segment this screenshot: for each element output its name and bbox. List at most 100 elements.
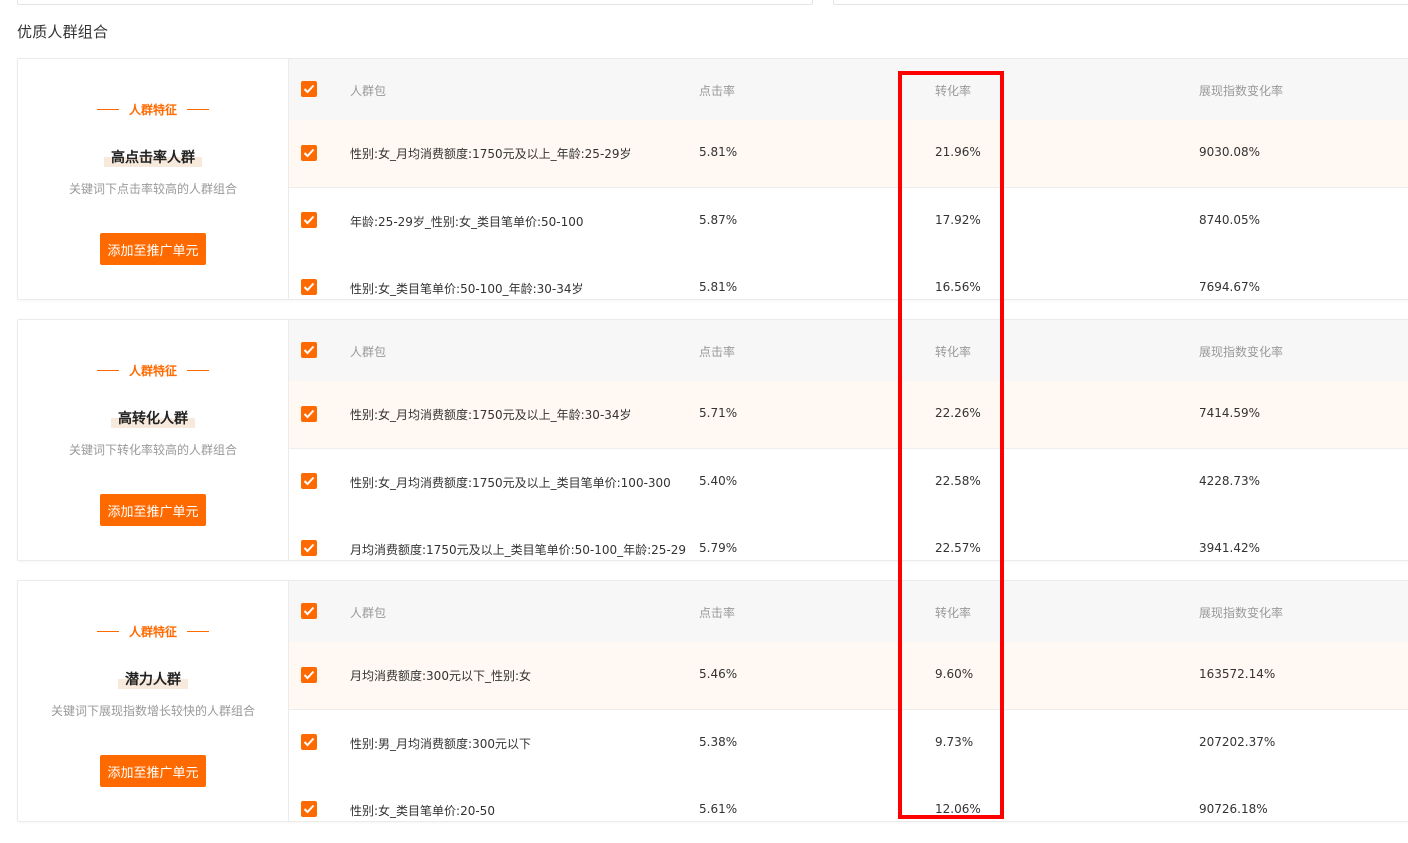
table-row[interactable]: 性别:男_月均消费额度:300元以下 5.38% 9.73% 207202.37… [289, 710, 1408, 778]
select-all-checkbox[interactable] [301, 342, 317, 358]
cell-cvr: 12.06% [935, 802, 981, 816]
cell-exposure-change: 90726.18% [1199, 802, 1268, 816]
col-header-ctr: 点击率 [699, 84, 736, 98]
group-description: 关键词下点击率较高的人群组合 [68, 182, 237, 196]
table-row[interactable]: 性别:女_类目笔单价:20-50 5.61% 12.06% 90726.18% [289, 777, 1408, 821]
row-checkbox[interactable] [301, 212, 317, 228]
divider-line [96, 631, 119, 632]
cell-cvr: 22.57% [935, 541, 981, 555]
crowd-group-high-cvr: 人群特征 高转化人群 关键词下转化率较高的人群组合 添加至推广单元 人群包 点击… [17, 319, 1408, 561]
table-row[interactable]: 性别:女_月均消费额度:1750元及以上_年龄:30-34岁 5.71% 22.… [289, 381, 1408, 449]
feature-label-text: 人群特征 [128, 625, 177, 639]
row-checkbox[interactable] [301, 473, 317, 489]
row-checkbox[interactable] [301, 801, 317, 817]
cell-exposure-change: 8740.05% [1199, 213, 1261, 227]
cell-name: 性别:女_类目笔单价:20-50 [350, 804, 495, 818]
checkmark-icon [303, 476, 315, 486]
col-header-cvr: 转化率 [935, 606, 972, 620]
group-description: 关键词下转化率较高的人群组合 [68, 443, 237, 457]
cell-cvr: 17.92% [935, 213, 981, 227]
checkmark-icon [303, 737, 315, 747]
cell-name: 性别:女_月均消费额度:1750元及以上_类目笔单价:100-300 [350, 476, 671, 490]
checkmark-icon [303, 409, 315, 419]
cell-name: 年龄:25-29岁_性别:女_类目笔单价:50-100 [350, 215, 584, 229]
cell-cvr: 16.56% [935, 280, 981, 294]
cell-name: 性别:女_类目笔单价:50-100_年龄:30-34岁 [350, 282, 584, 296]
cell-ctr: 5.87% [699, 213, 738, 227]
cell-ctr: 5.46% [699, 667, 738, 681]
select-all-checkbox[interactable] [301, 81, 317, 97]
checkmark-icon [303, 282, 315, 292]
cell-ctr: 5.81% [699, 145, 738, 159]
col-header-name: 人群包 [350, 606, 387, 620]
checkmark-icon [303, 345, 315, 355]
feature-label: 人群特征 [18, 362, 288, 379]
col-header-exposure-change: 展现指数变化率 [1199, 84, 1284, 98]
checkmark-icon [303, 543, 315, 553]
cell-ctr: 5.38% [699, 735, 738, 749]
select-all-checkbox[interactable] [301, 603, 317, 619]
cell-cvr: 9.60% [935, 667, 974, 681]
crowd-table: 人群包 点击率 转化率 展现指数变化率 性别:女_月均消费额度:1750元及以上… [289, 320, 1408, 560]
checkmark-icon [303, 148, 315, 158]
cell-name: 月均消费额度:300元以下_性别:女 [350, 669, 531, 683]
cell-ctr: 5.40% [699, 474, 738, 488]
top-strip [0, 0, 1408, 6]
table-row[interactable]: 性别:女_类目笔单价:50-100_年龄:30-34岁 5.81% 16.56%… [289, 255, 1408, 299]
cell-ctr: 5.71% [699, 406, 738, 420]
col-header-exposure-change: 展现指数变化率 [1199, 606, 1284, 620]
divider-line [187, 109, 209, 110]
divider-line [96, 370, 119, 371]
cell-ctr: 5.61% [699, 802, 738, 816]
feature-label: 人群特征 [18, 101, 288, 118]
group-card: 人群特征 潜力人群 关键词下展现指数增长较快的人群组合 添加至推广单元 [18, 581, 289, 821]
table-row[interactable]: 性别:女_月均消费额度:1750元及以上_年龄:25-29岁 5.81% 21.… [289, 120, 1408, 188]
row-checkbox[interactable] [301, 734, 317, 750]
cell-ctr: 5.81% [699, 280, 738, 294]
divider-line [187, 370, 209, 371]
crowd-table: 人群包 点击率 转化率 展现指数变化率 月均消费额度:300元以下_性别:女 5… [289, 581, 1408, 821]
col-header-ctr: 点击率 [699, 606, 736, 620]
top-input-left[interactable] [17, 0, 813, 5]
row-checkbox[interactable] [301, 667, 317, 683]
cell-exposure-change: 3941.42% [1199, 541, 1261, 555]
divider-line [96, 109, 119, 110]
col-header-cvr: 转化率 [935, 84, 972, 98]
group-card: 人群特征 高点击率人群 关键词下点击率较高的人群组合 添加至推广单元 [18, 59, 289, 299]
crowd-group-potential: 人群特征 潜力人群 关键词下展现指数增长较快的人群组合 添加至推广单元 人群包 … [17, 580, 1408, 822]
table-row[interactable]: 月均消费额度:300元以下_性别:女 5.46% 9.60% 163572.14… [289, 642, 1408, 710]
col-header-name: 人群包 [350, 345, 387, 359]
col-header-cvr: 转化率 [935, 345, 972, 359]
section-title: 优质人群组合 [17, 23, 109, 41]
crowd-group-high-ctr: 人群特征 高点击率人群 关键词下点击率较高的人群组合 添加至推广单元 人群包 点… [17, 58, 1408, 300]
group-description: 关键词下展现指数增长较快的人群组合 [50, 704, 255, 718]
table-row[interactable]: 性别:女_月均消费额度:1750元及以上_类目笔单价:100-300 5.40%… [289, 449, 1408, 517]
row-checkbox[interactable] [301, 406, 317, 422]
table-header: 人群包 点击率 转化率 展现指数变化率 [289, 581, 1408, 642]
cell-name: 性别:女_月均消费额度:1750元及以上_年龄:30-34岁 [350, 408, 632, 422]
group-name: 潜力人群 [18, 669, 288, 689]
cell-cvr: 9.73% [935, 735, 974, 749]
add-to-unit-button[interactable]: 添加至推广单元 [100, 233, 206, 265]
col-header-name: 人群包 [350, 84, 387, 98]
row-checkbox[interactable] [301, 145, 317, 161]
row-checkbox[interactable] [301, 279, 317, 295]
table-row[interactable]: 月均消费额度:1750元及以上_类目笔单价:50-100_年龄:25-29 5.… [289, 516, 1408, 560]
top-input-right[interactable] [833, 0, 1408, 5]
cell-exposure-change: 7414.59% [1199, 406, 1261, 420]
row-checkbox[interactable] [301, 540, 317, 556]
col-header-exposure-change: 展现指数变化率 [1199, 345, 1284, 359]
group-card: 人群特征 高转化人群 关键词下转化率较高的人群组合 添加至推广单元 [18, 320, 289, 560]
cell-ctr: 5.79% [699, 541, 738, 555]
cell-exposure-change: 9030.08% [1199, 145, 1261, 159]
add-to-unit-button[interactable]: 添加至推广单元 [100, 755, 206, 787]
table-row[interactable]: 年龄:25-29岁_性别:女_类目笔单价:50-100 5.87% 17.92%… [289, 188, 1408, 256]
cell-exposure-change: 7694.67% [1199, 280, 1261, 294]
checkmark-icon [303, 84, 315, 94]
checkmark-icon [303, 215, 315, 225]
crowd-table: 人群包 点击率 转化率 展现指数变化率 性别:女_月均消费额度:1750元及以上… [289, 59, 1408, 299]
col-header-ctr: 点击率 [699, 345, 736, 359]
cell-name: 月均消费额度:1750元及以上_类目笔单价:50-100_年龄:25-29 [350, 543, 687, 557]
cell-cvr: 22.26% [935, 406, 981, 420]
add-to-unit-button[interactable]: 添加至推广单元 [100, 494, 206, 526]
